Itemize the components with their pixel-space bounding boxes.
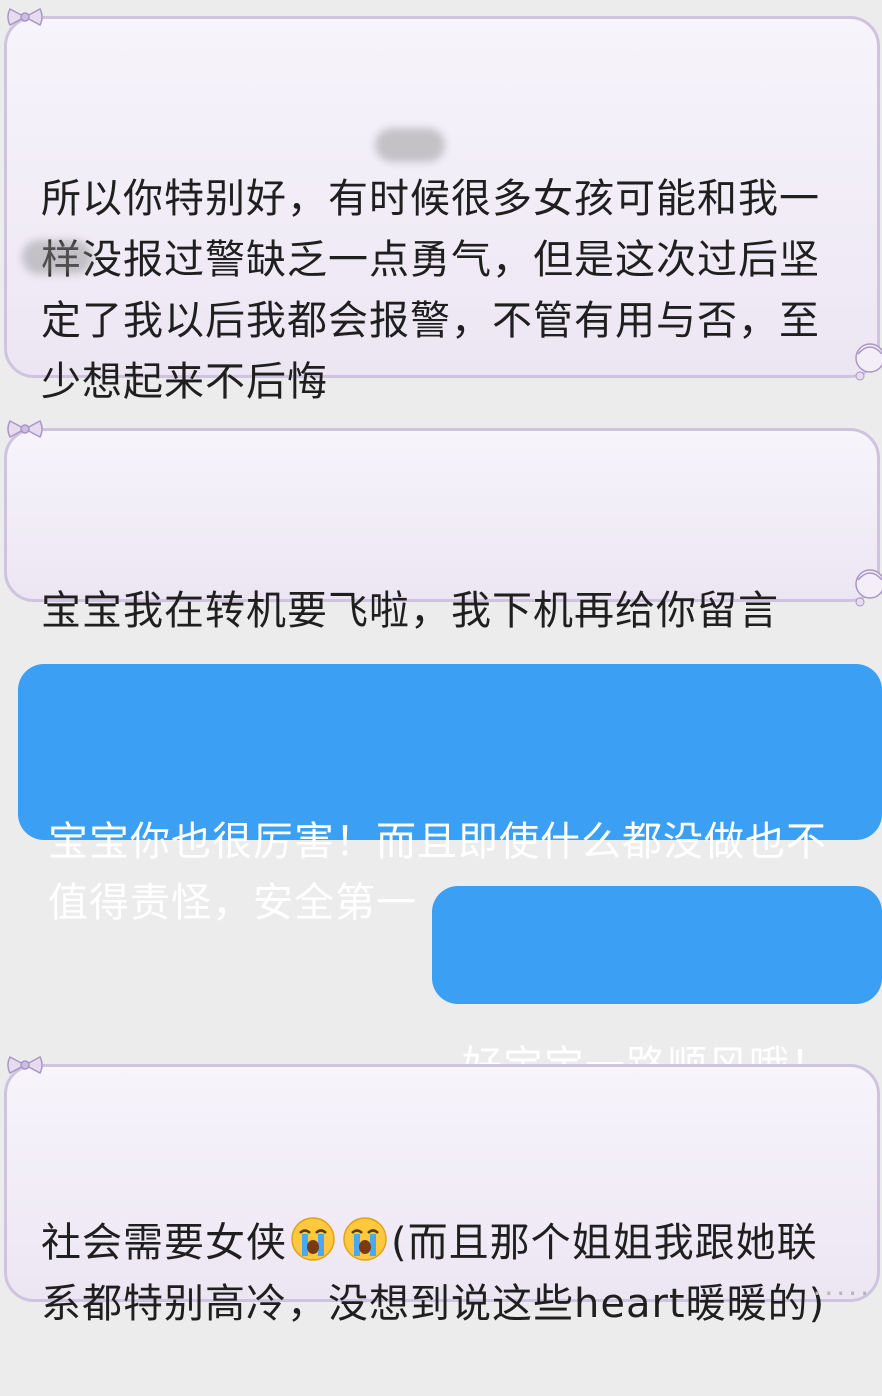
watermark: ····· [812,1277,872,1310]
redaction-blur [22,240,92,274]
crying-face-icon [343,1217,387,1261]
message-text: 宝宝我在转机要飞啦，我下机再给你留言 [41,588,779,634]
bow-icon [7,419,43,439]
incoming-message-bubble[interactable]: 社会需要女侠 (而且那个姐姐我跟她联系都特别高冷，没想到说这些heart暖暖的) [4,1064,880,1327]
outgoing-message-bubble[interactable]: 好宝宝一路顺风哦！ [432,886,882,1089]
message-text: 社会需要女侠 (而且那个姐姐我跟她联系都特别高冷，没想到说这些heart暖暖的) [41,1213,855,1335]
girl-face-icon [855,343,882,381]
bow-icon [7,1055,43,1075]
message-text: 所以你特别好，有时候很多女孩可能和我一样没报过警缺乏一点勇气，但是这次过后坚定了… [41,176,820,405]
crying-face-icon [291,1217,335,1261]
outgoing-message-bubble[interactable]: 宝宝你也很厉害！而且即使什么都没做也不值得责怪，安全第一 [18,664,882,926]
bow-icon [7,7,43,27]
girl-face-icon [855,569,882,607]
incoming-message-bubble[interactable]: 宝宝我在转机要飞啦，我下机再给你留言 [4,428,880,634]
redaction-blur [375,128,445,162]
incoming-message-bubble[interactable]: 所以你特别好，有时候很多女孩可能和我一样没报过警缺乏一点勇气，但是这次过后坚定了… [4,16,880,405]
